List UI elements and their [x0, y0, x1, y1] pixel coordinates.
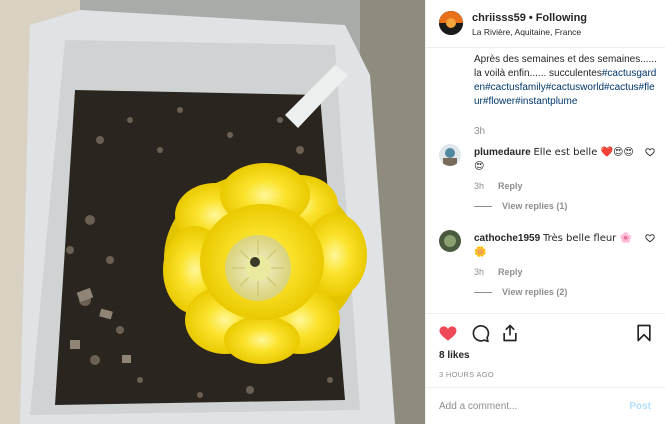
view-replies-label: View replies (2): [502, 287, 568, 297]
caption-time: 3h: [474, 126, 486, 137]
add-comment-input[interactable]: Add a comment...: [439, 401, 517, 412]
bookmark-icon[interactable]: [634, 323, 654, 343]
post-header: chriisss59 • Following La Rivière, Aquitai…: [426, 0, 665, 48]
header-separator: •: [528, 12, 533, 24]
view-replies-button[interactable]: View replies (2): [474, 287, 567, 297]
post-photo[interactable]: [0, 0, 425, 424]
share-icon[interactable]: [500, 323, 520, 343]
comment-username[interactable]: cathoche1959: [474, 233, 540, 244]
cactus-flower-photo: [0, 0, 425, 424]
heart-outline-icon[interactable]: [645, 147, 655, 157]
comment-text-block: plumedaure Elle est belle ❤️😍😍😍: [474, 146, 639, 174]
commenter-avatar[interactable]: [439, 230, 461, 252]
reply-button[interactable]: Reply: [498, 181, 523, 191]
comment-time: 3h: [474, 181, 485, 191]
author-username[interactable]: chriisss59: [472, 12, 526, 24]
following-button[interactable]: Following: [536, 12, 587, 24]
post-timestamp: 3 HOURS AGO: [439, 370, 494, 379]
comment-meta: 3h Reply: [474, 181, 523, 191]
replies-divider: [474, 206, 492, 208]
post-comment-button[interactable]: Post: [629, 401, 651, 412]
author-username-row: chriisss59 • Following: [472, 12, 587, 24]
post-side-panel: chriisss59 • Following La Rivière, Aquitai…: [425, 0, 665, 424]
comment-text-block: cathoche1959 Très belle fleur 🌸🌼: [474, 232, 639, 260]
heart-filled-icon[interactable]: [438, 323, 458, 343]
author-avatar[interactable]: [439, 11, 463, 35]
comment-icon[interactable]: [470, 323, 490, 343]
view-replies-label: View replies (1): [502, 201, 568, 211]
commenter-avatar[interactable]: [439, 144, 461, 166]
post-location[interactable]: La Rivière, Aquitaine, France: [472, 27, 581, 37]
reply-button[interactable]: Reply: [498, 267, 523, 277]
likes-count[interactable]: 8 likes: [439, 350, 470, 361]
post-caption: Après des semaines et des semaines......…: [474, 53, 658, 109]
comment-meta: 3h Reply: [474, 267, 523, 277]
view-replies-button[interactable]: View replies (1): [474, 201, 567, 211]
replies-divider: [474, 292, 492, 294]
comment-username[interactable]: plumedaure: [474, 147, 531, 158]
actions-divider: [426, 313, 665, 314]
comment-time: 3h: [474, 267, 485, 277]
heart-outline-icon[interactable]: [645, 233, 655, 243]
